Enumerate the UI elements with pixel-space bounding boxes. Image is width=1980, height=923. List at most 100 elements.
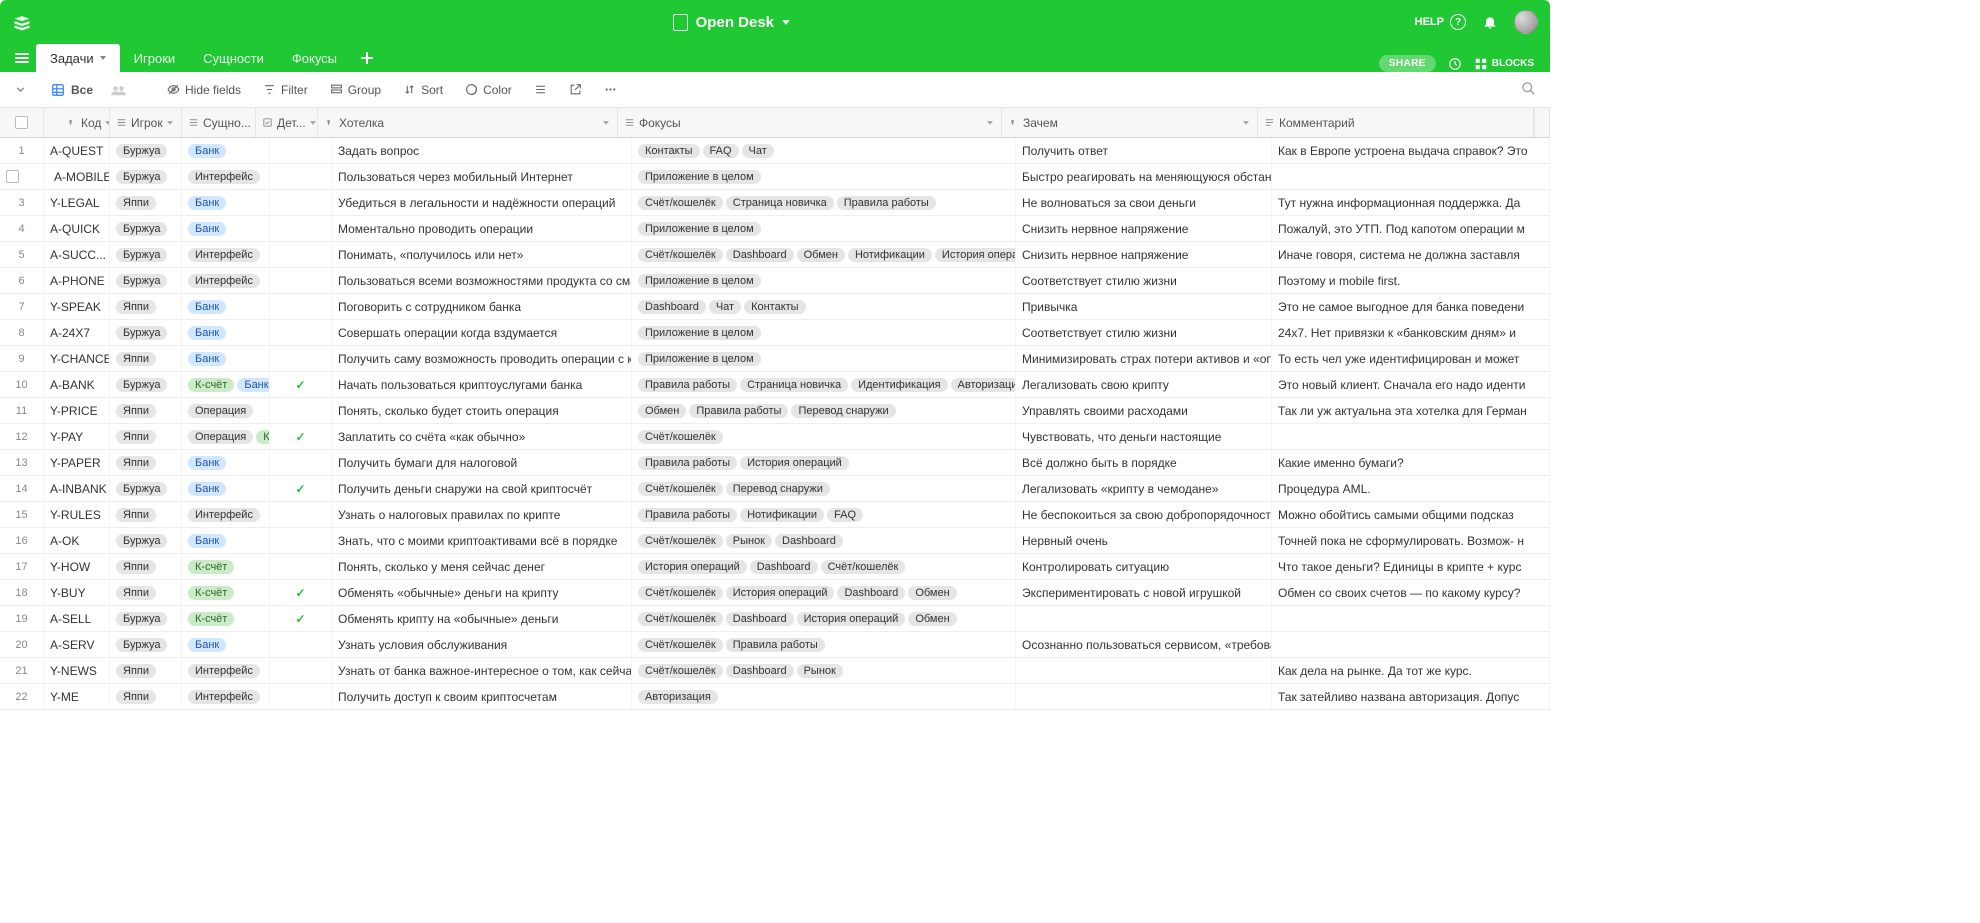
cell-focus[interactable]: Счёт/кошелёк bbox=[632, 424, 1016, 449]
header-player[interactable]: Игрок bbox=[110, 108, 182, 137]
cell-code[interactable]: Y-RULES bbox=[44, 502, 110, 527]
table-tab[interactable]: Сущности bbox=[189, 44, 278, 72]
blocks-button[interactable]: BLOCKS bbox=[1474, 57, 1534, 71]
cell-detail[interactable] bbox=[270, 268, 332, 293]
current-view[interactable]: Все bbox=[43, 80, 101, 100]
cell-code[interactable]: Y-NEWS bbox=[44, 658, 110, 683]
base-title[interactable]: Open Desk bbox=[48, 14, 1415, 31]
header-checkbox[interactable] bbox=[0, 108, 44, 137]
cell-entity[interactable]: К-счёт bbox=[182, 554, 270, 579]
cell-player[interactable]: Буржуа bbox=[110, 372, 182, 397]
cell-code[interactable]: Y-PAY bbox=[44, 424, 110, 449]
cell-detail[interactable]: ✓ bbox=[270, 476, 332, 501]
cell-entity[interactable]: Операция bbox=[182, 398, 270, 423]
cell-comment[interactable]: Как дела на рынке. Да тот же курс. bbox=[1272, 658, 1550, 683]
cell-entity[interactable]: Банк bbox=[182, 476, 270, 501]
cell-detail[interactable] bbox=[270, 528, 332, 553]
cell-player[interactable]: Яппи bbox=[110, 398, 182, 423]
cell-hotelka[interactable]: Понимать, «получилось или нет» bbox=[332, 242, 632, 267]
cell-hotelka[interactable]: Обменять «обычные» деньги на крипту bbox=[332, 580, 632, 605]
cell-comment[interactable]: Так ли уж актуальна эта хотелка для Герм… bbox=[1272, 398, 1550, 423]
cell-focus[interactable]: Правила работыНотификацииFAQ bbox=[632, 502, 1016, 527]
cell-why[interactable]: Соответствует стилю жизни bbox=[1016, 320, 1272, 345]
cell-why[interactable]: Осознанно пользоваться сервисом, «требов… bbox=[1016, 632, 1272, 657]
add-table-button[interactable] bbox=[351, 44, 383, 72]
cell-hotelka[interactable]: Начать пользоваться криптоуслугами банка bbox=[332, 372, 632, 397]
cell-detail[interactable] bbox=[270, 190, 332, 215]
cell-hotelka[interactable]: Убедиться в легальности и надёжности опе… bbox=[332, 190, 632, 215]
cell-code[interactable]: A-SERV bbox=[44, 632, 110, 657]
cell-detail[interactable] bbox=[270, 216, 332, 241]
cell-comment[interactable] bbox=[1272, 632, 1550, 657]
cell-hotelka[interactable]: Узнать о налоговых правилах по крипте bbox=[332, 502, 632, 527]
cell-why[interactable]: Соответствует стилю жизни bbox=[1016, 268, 1272, 293]
cell-focus[interactable]: Приложение в целом bbox=[632, 164, 1016, 189]
cell-comment[interactable]: 24x7. Нет привязки к «банковским дням» и bbox=[1272, 320, 1550, 345]
table-row[interactable]: 9Y-CHANCEЯппиБанкПолучить саму возможнос… bbox=[0, 346, 1550, 372]
cell-focus[interactable]: Приложение в целом bbox=[632, 216, 1016, 241]
cell-comment[interactable]: Иначе говоря, система не должна заставля bbox=[1272, 242, 1550, 267]
cell-detail[interactable] bbox=[270, 632, 332, 657]
cell-entity[interactable]: Банк bbox=[182, 346, 270, 371]
cell-comment[interactable]: Процедура AML. bbox=[1272, 476, 1550, 501]
table-row[interactable]: A-MOBILEБуржуаИнтерфейсПользоваться чере… bbox=[0, 164, 1550, 190]
cell-player[interactable]: Буржуа bbox=[110, 632, 182, 657]
cell-focus[interactable]: Счёт/кошелёкDashboardИстория операцийОбм… bbox=[632, 606, 1016, 631]
header-entity[interactable]: Сущно... bbox=[182, 108, 256, 137]
cell-player[interactable]: Буржуа bbox=[110, 476, 182, 501]
cell-focus[interactable]: ОбменПравила работыПеревод снаружи bbox=[632, 398, 1016, 423]
table-row[interactable]: 12Y-PAYЯппиОперацияК-сч✓Заплатить со счё… bbox=[0, 424, 1550, 450]
cell-player[interactable]: Яппи bbox=[110, 580, 182, 605]
cell-detail[interactable] bbox=[270, 320, 332, 345]
cell-comment[interactable]: Обмен со своих счетов — по какому курсу? bbox=[1272, 580, 1550, 605]
cell-comment[interactable]: Можно обойтись самыми общими подсказ bbox=[1272, 502, 1550, 527]
cell-hotelka[interactable]: Знать, что с моими криптоактивами всё в … bbox=[332, 528, 632, 553]
cell-detail[interactable] bbox=[270, 346, 332, 371]
cell-why[interactable]: Минимизировать страх потери активов и «о… bbox=[1016, 346, 1272, 371]
group-button[interactable]: Group bbox=[324, 79, 387, 101]
cell-why[interactable]: Экспериментировать с новой игрушкой bbox=[1016, 580, 1272, 605]
cell-why[interactable] bbox=[1016, 684, 1272, 709]
table-row[interactable]: 5A-SUCC...БуржуаИнтерфейсПонимать, «полу… bbox=[0, 242, 1550, 268]
table-row[interactable]: 13Y-PAPERЯппиБанкПолучить бумаги для нал… bbox=[0, 450, 1550, 476]
cell-why[interactable]: Снизить нервное напряжение bbox=[1016, 216, 1272, 241]
cell-player[interactable]: Буржуа bbox=[110, 242, 182, 267]
cell-focus[interactable]: Правила работыИстория операций bbox=[632, 450, 1016, 475]
cell-code[interactable]: Y-PRICE bbox=[44, 398, 110, 423]
cell-comment[interactable]: Поэтому и mobile first. bbox=[1272, 268, 1550, 293]
header-detail[interactable]: Дет... bbox=[256, 108, 318, 137]
cell-focus[interactable]: Приложение в целом bbox=[632, 320, 1016, 345]
table-row[interactable]: 14A-INBANKБуржуаБанк✓Получить деньги сна… bbox=[0, 476, 1550, 502]
cell-code[interactable]: A-24X7 bbox=[44, 320, 110, 345]
cell-hotelka[interactable]: Понять, сколько у меня сейчас денег bbox=[332, 554, 632, 579]
cell-why[interactable]: Быстро реагировать на меняющуюся обстано… bbox=[1016, 164, 1272, 189]
cell-entity[interactable]: Банк bbox=[182, 450, 270, 475]
cell-code[interactable]: A-BANK bbox=[44, 372, 110, 397]
table-tab[interactable]: Задачи bbox=[36, 44, 120, 72]
cell-focus[interactable]: Авторизация bbox=[632, 684, 1016, 709]
cell-why[interactable]: Всё должно быть в порядке bbox=[1016, 450, 1272, 475]
cell-why[interactable]: Привычка bbox=[1016, 294, 1272, 319]
cell-focus[interactable]: Приложение в целом bbox=[632, 268, 1016, 293]
cell-comment[interactable]: Какие именно бумаги? bbox=[1272, 450, 1550, 475]
cell-entity[interactable]: Интерфейс bbox=[182, 658, 270, 683]
cell-hotelka[interactable]: Понять, сколько будет стоить операция bbox=[332, 398, 632, 423]
cell-detail[interactable] bbox=[270, 242, 332, 267]
cell-comment[interactable]: Это новый клиент. Сначала его надо идент… bbox=[1272, 372, 1550, 397]
cell-focus[interactable]: КонтактыFAQЧат bbox=[632, 138, 1016, 163]
cell-hotelka[interactable]: Пользоваться через мобильный Интернет bbox=[332, 164, 632, 189]
cell-detail[interactable] bbox=[270, 164, 332, 189]
cell-focus[interactable]: Счёт/кошелёкРынокDashboard bbox=[632, 528, 1016, 553]
cell-hotelka[interactable]: Узнать от банка важное-интересное о том,… bbox=[332, 658, 632, 683]
cell-hotelka[interactable]: Получить бумаги для налоговой bbox=[332, 450, 632, 475]
cell-code[interactable]: A-QUEST bbox=[44, 138, 110, 163]
more-button[interactable] bbox=[598, 79, 623, 100]
cell-comment[interactable]: Точней пока не сформулировать. Возмож- н bbox=[1272, 528, 1550, 553]
cell-focus[interactable]: Счёт/кошелёкИстория операцийDashboardОбм… bbox=[632, 580, 1016, 605]
cell-why[interactable]: Не волноваться за свои деньги bbox=[1016, 190, 1272, 215]
cell-hotelka[interactable]: Моментально проводить операции bbox=[332, 216, 632, 241]
cell-detail[interactable] bbox=[270, 294, 332, 319]
cell-why[interactable]: Получить ответ bbox=[1016, 138, 1272, 163]
help-button[interactable]: HELP ? bbox=[1415, 14, 1466, 30]
cell-player[interactable]: Яппи bbox=[110, 554, 182, 579]
